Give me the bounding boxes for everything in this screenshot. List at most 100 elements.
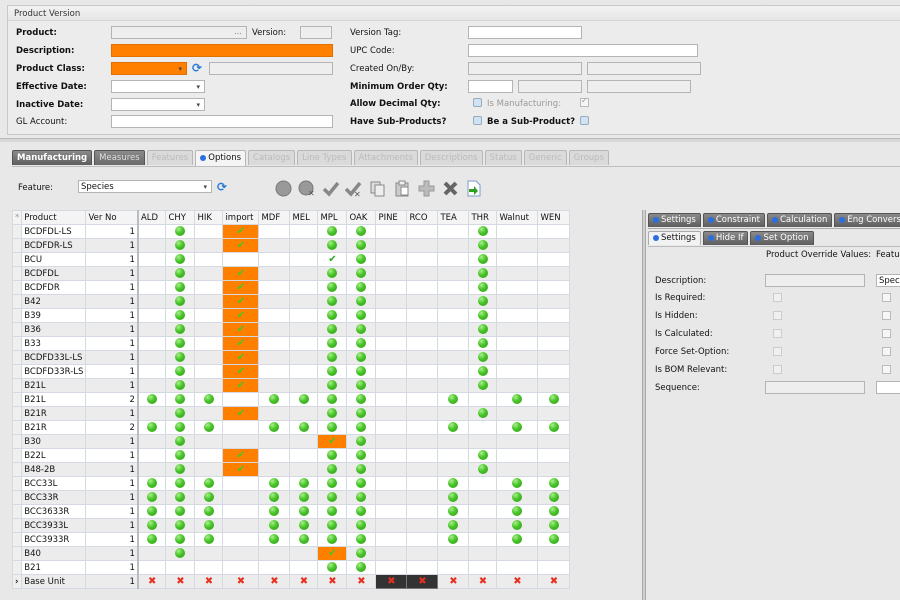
ver-no-cell[interactable]: 1 bbox=[85, 574, 139, 589]
row-indicator[interactable] bbox=[11, 336, 23, 351]
option-cell[interactable] bbox=[375, 238, 408, 253]
option-cell[interactable] bbox=[165, 336, 196, 351]
row-indicator[interactable] bbox=[11, 350, 23, 365]
option-cell[interactable] bbox=[165, 420, 196, 435]
ver-no-cell[interactable]: 1 bbox=[85, 308, 139, 323]
tab-groups[interactable]: Groups bbox=[568, 150, 609, 165]
option-cell[interactable] bbox=[437, 350, 470, 365]
option-cell[interactable] bbox=[165, 434, 196, 449]
paste-icon[interactable] bbox=[394, 180, 411, 197]
option-cell[interactable] bbox=[165, 560, 196, 575]
column-header[interactable]: MDF bbox=[258, 210, 291, 225]
column-header[interactable]: MPL bbox=[317, 210, 348, 225]
option-cell[interactable] bbox=[165, 392, 196, 407]
option-cell[interactable] bbox=[165, 322, 196, 337]
option-cell[interactable] bbox=[346, 462, 377, 477]
feature-field[interactable]: Species bbox=[876, 274, 900, 287]
column-header[interactable]: OAK bbox=[346, 210, 377, 225]
column-header[interactable]: HIK bbox=[194, 210, 224, 225]
option-cell[interactable] bbox=[137, 462, 167, 477]
option-cell[interactable] bbox=[289, 294, 319, 309]
ver-no-cell[interactable]: 2 bbox=[85, 392, 139, 407]
product-cell[interactable]: B30 bbox=[21, 434, 87, 449]
ver-no-cell[interactable]: 1 bbox=[85, 462, 139, 477]
option-cell[interactable] bbox=[289, 560, 319, 575]
option-cell[interactable] bbox=[537, 476, 571, 491]
option-cell[interactable] bbox=[437, 462, 470, 477]
option-cell[interactable] bbox=[194, 336, 224, 351]
option-cell[interactable] bbox=[375, 378, 408, 393]
option-cell[interactable] bbox=[406, 224, 439, 239]
option-cell[interactable]: ✔ bbox=[317, 252, 348, 267]
delete-icon[interactable] bbox=[442, 180, 459, 197]
option-cell[interactable] bbox=[258, 336, 291, 351]
option-cell[interactable] bbox=[346, 476, 377, 491]
option-cell[interactable] bbox=[137, 434, 167, 449]
option-cell[interactable] bbox=[496, 532, 539, 547]
table-row[interactable]: BCC3933R 1 bbox=[11, 532, 571, 547]
option-cell[interactable] bbox=[317, 350, 348, 365]
option-cell[interactable]: ✔ bbox=[222, 224, 260, 239]
option-cell[interactable] bbox=[317, 280, 348, 295]
ver-no-cell[interactable]: 1 bbox=[85, 448, 139, 463]
effective-date-picker[interactable]: ▾ bbox=[111, 80, 205, 93]
option-cell[interactable]: ✔ bbox=[222, 280, 260, 295]
option-cell[interactable] bbox=[375, 224, 408, 239]
ver-no-cell[interactable]: 1 bbox=[85, 518, 139, 533]
option-cell[interactable] bbox=[375, 490, 408, 505]
option-cell[interactable] bbox=[437, 504, 470, 519]
override-field[interactable] bbox=[765, 274, 865, 287]
feature-checkbox[interactable] bbox=[882, 347, 891, 356]
option-cell[interactable] bbox=[165, 266, 196, 281]
option-cell[interactable]: ✖ bbox=[289, 574, 319, 589]
product-cell[interactable]: B39 bbox=[21, 308, 87, 323]
option-cell[interactable]: ✖ bbox=[346, 574, 377, 589]
option-cell[interactable] bbox=[194, 490, 224, 505]
column-header[interactable]: ALD bbox=[137, 210, 167, 225]
product-cell[interactable]: B22L bbox=[21, 448, 87, 463]
option-cell[interactable] bbox=[289, 462, 319, 477]
refresh-icon[interactable]: ⟳ bbox=[216, 181, 228, 193]
option-cell[interactable] bbox=[375, 392, 408, 407]
option-cell[interactable]: ✔ bbox=[222, 308, 260, 323]
option-cell[interactable] bbox=[537, 280, 571, 295]
option-cell[interactable] bbox=[468, 308, 498, 323]
tab-settings[interactable]: Settings bbox=[648, 231, 701, 245]
product-field[interactable]: … bbox=[111, 26, 247, 39]
tab-manufacturing[interactable]: Manufacturing bbox=[12, 150, 93, 165]
option-cell[interactable] bbox=[289, 266, 319, 281]
option-cell[interactable] bbox=[289, 420, 319, 435]
option-cell[interactable] bbox=[258, 266, 291, 281]
option-cell[interactable] bbox=[437, 308, 470, 323]
option-cell[interactable] bbox=[194, 420, 224, 435]
option-cell[interactable] bbox=[537, 336, 571, 351]
table-row[interactable]: B21L 2 bbox=[11, 392, 571, 407]
option-cell[interactable] bbox=[317, 406, 348, 421]
product-cell[interactable]: BCDFDL bbox=[21, 266, 87, 281]
row-indicator[interactable] bbox=[11, 280, 23, 295]
product-cell[interactable]: BCC33R bbox=[21, 490, 87, 505]
ver-no-cell[interactable]: 1 bbox=[85, 434, 139, 449]
option-cell[interactable] bbox=[137, 504, 167, 519]
option-cell[interactable] bbox=[496, 518, 539, 533]
option-cell[interactable] bbox=[468, 448, 498, 463]
option-cell[interactable]: ✖ bbox=[406, 574, 439, 589]
row-indicator[interactable] bbox=[11, 294, 23, 309]
option-cell[interactable] bbox=[165, 546, 196, 561]
row-indicator[interactable] bbox=[11, 308, 23, 323]
option-cell[interactable] bbox=[375, 560, 408, 575]
tab-line-types[interactable]: Line Types bbox=[297, 150, 352, 165]
option-cell[interactable] bbox=[437, 392, 470, 407]
allow-decimal-qty-checkbox[interactable] bbox=[473, 98, 482, 107]
ver-no-cell[interactable]: 2 bbox=[85, 420, 139, 435]
ver-no-cell[interactable]: 1 bbox=[85, 378, 139, 393]
option-cell[interactable] bbox=[437, 238, 470, 253]
feature-checkbox[interactable] bbox=[882, 365, 891, 374]
option-cell[interactable] bbox=[222, 420, 260, 435]
tab-settings[interactable]: Settings bbox=[648, 213, 701, 227]
option-cell[interactable] bbox=[165, 476, 196, 491]
option-cell[interactable] bbox=[289, 350, 319, 365]
column-header[interactable]: import bbox=[222, 210, 260, 225]
option-cell[interactable] bbox=[406, 252, 439, 267]
option-cell[interactable] bbox=[194, 378, 224, 393]
